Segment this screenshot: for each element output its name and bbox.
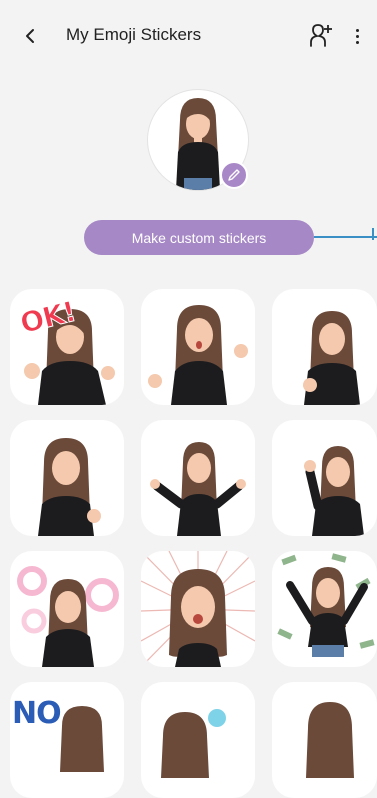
- make-custom-stickers-button[interactable]: Make custom stickers: [84, 220, 314, 255]
- sticker-wink[interactable]: [10, 420, 124, 536]
- sticker-hearts[interactable]: [10, 551, 124, 667]
- pencil-icon: [228, 169, 240, 181]
- sticker-row4-right[interactable]: [272, 682, 377, 798]
- callout-marker: [372, 228, 374, 240]
- edit-avatar-button[interactable]: [220, 161, 248, 189]
- page-title: My Emoji Stickers: [66, 25, 202, 44]
- app-header: My Emoji Stickers: [0, 0, 377, 72]
- sticker-money[interactable]: [272, 551, 377, 667]
- sticker-waving[interactable]: [272, 420, 377, 536]
- add-person-icon: [310, 24, 332, 47]
- callout-line: [314, 236, 377, 238]
- sticker-shocked[interactable]: [141, 551, 255, 667]
- sticker-no[interactable]: NO: [10, 682, 124, 798]
- sticker-surprised[interactable]: [141, 289, 255, 405]
- sticker-thumbs-up[interactable]: [272, 289, 377, 405]
- more-vertical-icon: [355, 28, 359, 32]
- more-options-button[interactable]: [350, 24, 364, 48]
- sticker-ok[interactable]: OK!: [10, 289, 124, 405]
- sticker-row4-middle[interactable]: [141, 682, 255, 798]
- back-button[interactable]: [18, 24, 42, 48]
- add-person-button[interactable]: [306, 22, 334, 50]
- chevron-left-icon: [26, 29, 34, 43]
- sticker-arms-out[interactable]: [141, 420, 255, 536]
- no-sticker-text: NO: [12, 696, 62, 731]
